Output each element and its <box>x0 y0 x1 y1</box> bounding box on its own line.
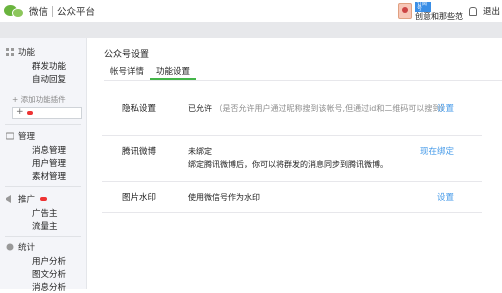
setting-status: 使用微信号作为水印 <box>188 193 260 202</box>
tab-function-settings[interactable]: 功能设置 <box>150 66 197 80</box>
setting-label: 图片水印 <box>122 193 157 203</box>
sidebar-item-message-analytics[interactable]: 消息分析 <box>32 281 66 293</box>
wechat-logo[interactable]: 微信 公众平台 <box>4 3 95 19</box>
grid-icon <box>6 48 14 56</box>
sidebar-item-user-analytics[interactable]: 用户分析 <box>32 255 66 267</box>
setting-label: 腾讯微博 <box>122 147 157 157</box>
sidebar-section-title: 功能 <box>18 48 36 58</box>
sidebar-section-title: 管理 <box>18 132 36 142</box>
plus-icon: + <box>16 107 24 117</box>
sidebar-item-mass-send[interactable]: 群发功能 <box>32 60 66 72</box>
setting-row-watermark: 图片水印 使用微信号作为水印 设置 <box>102 183 482 213</box>
notification-icon[interactable] <box>468 6 477 16</box>
sidebar-item-materials[interactable]: 素材管理 <box>32 170 66 182</box>
logo-product: 公众平台 <box>57 7 96 18</box>
chart-icon <box>6 243 14 251</box>
account-name[interactable]: 创意和那些范 <box>415 12 463 21</box>
wechat-bubble-icon <box>4 4 26 18</box>
logout-link[interactable]: 退出 <box>483 5 500 17</box>
setting-value: 未绑定 绑定腾讯微博后，你可以将群发的消息同步到腾讯微博。 <box>188 145 450 171</box>
sidebar-item-messages[interactable]: 消息管理 <box>32 144 66 156</box>
user-area: 订阅号 创意和那些范 退出 <box>397 1 500 21</box>
setting-row-privacy: 隐私设置 已允许 （是否允许用户通过昵称搜到该帐号,但通过id和二维码可以搜到）… <box>102 94 482 136</box>
setting-value: 已允许 （是否允许用户通过昵称搜到该帐号,但通过id和二维码可以搜到） <box>188 102 450 115</box>
plugin-slot[interactable]: + <box>12 107 82 119</box>
page-title: 公众号设置 <box>104 50 150 60</box>
account-type-badge: 订阅号 <box>414 1 431 12</box>
top-bar: 微信 公众平台 订阅号 创意和那些范 退出 <box>0 0 502 22</box>
sidebar-item-users[interactable]: 用户管理 <box>32 157 66 169</box>
watermark-settings-link[interactable]: 设置 <box>437 191 454 203</box>
main-content: 公众号设置 帐号详情 功能设置 隐私设置 已允许 （是否允许用户通过昵称搜到该帐… <box>92 38 502 289</box>
sidebar-divider <box>5 124 81 125</box>
logo-divider <box>52 5 54 17</box>
sidebar-item-advertiser[interactable]: 广告主 <box>32 207 58 219</box>
sidebar-item-article-analytics[interactable]: 图文分析 <box>32 268 66 280</box>
setting-note: 绑定腾讯微博后，你可以将群发的消息同步到腾讯微博。 <box>188 160 388 169</box>
setting-status: 未绑定 <box>188 147 212 156</box>
setting-row-weibo: 腾讯微博 未绑定 绑定腾讯微博后，你可以将群发的消息同步到腾讯微博。 现在绑定 <box>102 137 482 182</box>
sidebar-section-function: 功能 <box>6 46 36 58</box>
tab-underline <box>104 80 502 81</box>
bind-weibo-link[interactable]: 现在绑定 <box>420 145 454 157</box>
add-plugin-button[interactable]: + 添加功能插件 <box>12 94 82 106</box>
tab-account-details[interactable]: 帐号详情 <box>104 66 150 80</box>
sidebar-item-auto-reply[interactable]: 自动回复 <box>32 73 66 85</box>
sidebar-section-manage: 管理 <box>6 130 36 142</box>
new-badge-icon <box>40 197 47 201</box>
setting-note: （是否允许用户通过昵称搜到该帐号,但通过id和二维码可以搜到） <box>214 104 449 113</box>
setting-value: 使用微信号作为水印 <box>188 191 450 204</box>
setting-label: 隐私设置 <box>122 104 157 114</box>
avatar[interactable] <box>397 3 412 19</box>
sidebar: 功能 群发功能 自动回复 + 添加功能插件 + 管理 消息管理 用户管理 素材管… <box>0 38 87 293</box>
sidebar-item-publisher[interactable]: 流量主 <box>32 220 58 232</box>
privacy-settings-link[interactable]: 设置 <box>437 102 454 114</box>
setting-status: 已允许 <box>188 104 212 113</box>
sidebar-section-title: 推广 <box>18 195 36 205</box>
sidebar-section-promotion: 推广 <box>6 193 36 205</box>
sidebar-divider <box>5 236 81 237</box>
folder-icon <box>6 132 14 140</box>
sidebar-section-statistics: 统计 <box>6 241 36 253</box>
logo-brand: 微信 <box>29 7 49 18</box>
header-band <box>0 22 502 38</box>
tab-bar: 帐号详情 功能设置 <box>104 66 197 80</box>
megaphone-icon <box>6 195 11 203</box>
sidebar-section-title: 统计 <box>18 243 36 253</box>
sidebar-divider <box>5 186 81 187</box>
new-badge-icon <box>27 111 33 115</box>
